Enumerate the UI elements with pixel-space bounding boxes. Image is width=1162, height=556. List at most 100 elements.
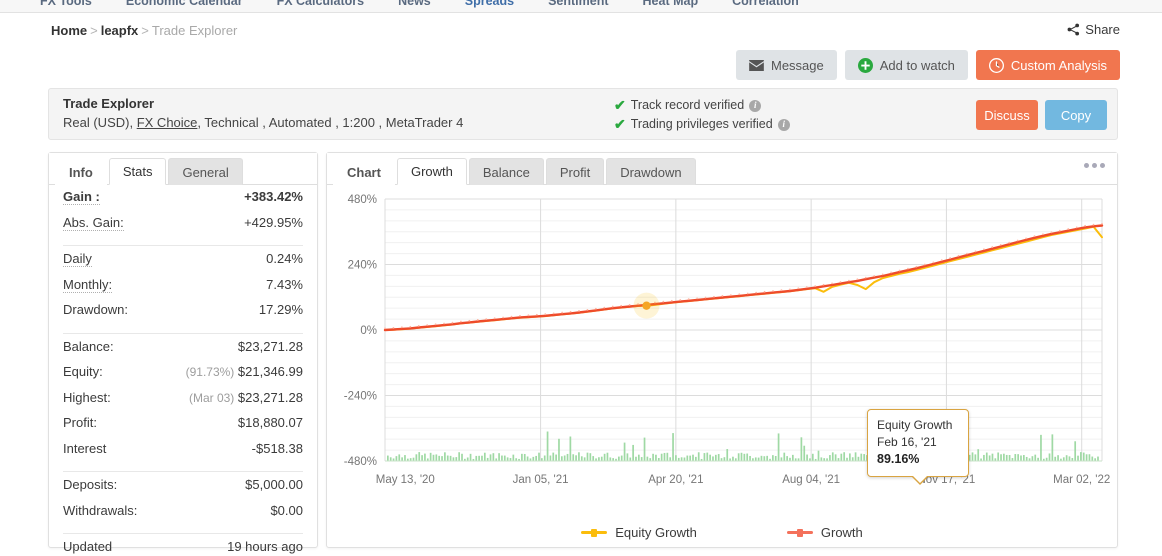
- stat-row-equity: Equity: (91.73%) $21,346.99: [63, 364, 303, 390]
- nav-item-heat-map[interactable]: Heat Map: [643, 0, 699, 8]
- stat-label-interest: Interest: [63, 440, 107, 456]
- envelope-icon: [749, 59, 764, 71]
- growth-chart-svg[interactable]: 480% 240% 0% -240% -480% May 13, '20 Jan 05, '…: [327, 185, 1117, 547]
- breadcrumb-separator-1: >: [90, 23, 98, 38]
- legend-item-equity-growth[interactable]: Equity Growth: [581, 525, 697, 540]
- stat-value-highest: (Mar 03) $23,271.28: [189, 390, 303, 405]
- nav-item-news[interactable]: News: [398, 0, 431, 8]
- stat-label-withdrawals: Withdrawals:: [63, 502, 138, 518]
- stat-value-profit: $18,880.07: [237, 415, 303, 430]
- svg-text:-240%: -240%: [344, 391, 377, 403]
- stat-row-daily: Daily 0.24%: [63, 251, 303, 277]
- breadcrumb: Home > leapfx > Trade Explorer: [51, 23, 237, 38]
- share-icon: [1067, 23, 1080, 36]
- stat-row-withdrawals: Withdrawals: $0.00: [63, 503, 303, 529]
- stat-row-abs-gain: Abs. Gain: +429.95%: [63, 215, 303, 241]
- svg-text:Jan 05, '21: Jan 05, '21: [513, 474, 569, 486]
- tab-balance[interactable]: Balance: [468, 158, 544, 185]
- message-label: Message: [771, 57, 824, 73]
- stat-label-updated: Updated: [63, 539, 113, 554]
- nav-item-fx-calculators[interactable]: FX Calculators: [277, 0, 365, 8]
- stat-value-highest-amount: $23,271.28: [237, 389, 303, 405]
- stat-row-deposits: Deposits: $5,000.00: [63, 477, 303, 503]
- stat-row-gain: Gain : +383.42%: [63, 189, 303, 215]
- account-summary-strip: Trade Explorer Real (USD), FX Choice, Te…: [48, 88, 1118, 140]
- stat-label-monthly[interactable]: Monthly:: [63, 277, 113, 293]
- account-subtitle: Real (USD), FX Choice, Technical , Autom…: [63, 115, 463, 130]
- breadcrumb-current: Trade Explorer: [151, 23, 238, 38]
- stat-label-abs-gain[interactable]: Abs. Gain:: [63, 215, 124, 231]
- verification-track-record: ✔ Track record verified i: [614, 96, 790, 115]
- info-icon-trading-privileges[interactable]: i: [777, 118, 790, 131]
- nav-item-spreads[interactable]: Spreads: [465, 0, 514, 8]
- svg-text:May 13, '20: May 13, '20: [376, 474, 435, 486]
- strip-buttons: Discuss Copy: [976, 100, 1107, 130]
- chart-legend: Equity Growth Growth: [327, 525, 1117, 540]
- svg-text:0%: 0%: [360, 325, 377, 337]
- stat-row-balance: Balance: $23,271.28: [63, 339, 303, 365]
- add-to-watch-button[interactable]: Add to watch: [844, 50, 968, 80]
- message-button[interactable]: Message: [736, 50, 837, 80]
- stat-label-daily[interactable]: Daily: [63, 251, 92, 267]
- custom-analysis-button[interactable]: Custom Analysis: [975, 50, 1120, 80]
- add-to-watch-label: Add to watch: [879, 57, 955, 73]
- stat-value-equity-amount: $21,346.99: [237, 364, 303, 379]
- stat-value-equity-percent: (91.73%): [185, 365, 235, 379]
- divider: [63, 332, 303, 334]
- chart-panel-tabs: Chart Growth Balance Profit Drawdown: [327, 153, 1117, 185]
- divider: [63, 471, 303, 472]
- tab-stats[interactable]: Stats: [108, 158, 167, 185]
- tab-info[interactable]: Info: [55, 158, 107, 185]
- stat-value-interest: -$518.38: [251, 440, 303, 456]
- action-buttons: Message Add to watch Custom Analysis: [736, 50, 1120, 80]
- legend-swatch-growth: [786, 528, 813, 537]
- stat-value-equity: (91.73%) $21,346.99: [186, 364, 303, 379]
- check-icon: ✔: [614, 116, 626, 132]
- nav-item-correlation[interactable]: Correlation: [732, 0, 799, 8]
- stat-label-balance: Balance:: [63, 338, 114, 354]
- stat-value-balance: $23,271.28: [237, 338, 303, 354]
- legend-label-equity-growth: Equity Growth: [615, 525, 697, 540]
- chart-panel-header: Chart Growth Balance Profit Drawdown: [327, 153, 1117, 185]
- broker-link[interactable]: FX Choice: [137, 115, 198, 130]
- discuss-button[interactable]: Discuss: [976, 100, 1038, 130]
- legend-item-growth[interactable]: Growth: [786, 525, 863, 540]
- nav-item-economic-calendar[interactable]: Economic Calendar: [126, 0, 243, 8]
- stat-row-monthly: Monthly: 7.43%: [63, 277, 303, 303]
- stat-value-deposits: $5,000.00: [245, 477, 303, 492]
- stat-row-updated: Updated 19 hours ago: [63, 539, 303, 556]
- tooltip-value: 89.16%: [877, 452, 920, 466]
- divider: [63, 533, 303, 534]
- share-button[interactable]: Share: [1067, 22, 1120, 37]
- kebab-menu-icon[interactable]: [1084, 163, 1105, 168]
- breadcrumb-home[interactable]: Home: [51, 23, 87, 38]
- tab-chart[interactable]: Chart: [333, 158, 395, 185]
- verification-trading-privileges-label: Trading privileges verified: [630, 117, 773, 131]
- tab-general[interactable]: General: [168, 158, 243, 185]
- breadcrumb-account[interactable]: leapfx: [101, 23, 139, 38]
- plus-circle-icon: [857, 57, 873, 73]
- growth-chart: 480% 240% 0% -240% -480% May 13, '20 Jan 05, '…: [327, 185, 1117, 547]
- info-icon-track-record[interactable]: i: [749, 99, 762, 112]
- clock-icon: [988, 57, 1004, 73]
- account-meta: , Technical , Automated , 1:200 , MetaTr…: [197, 115, 464, 130]
- stat-label-gain[interactable]: Gain :: [63, 189, 100, 205]
- svg-text:480%: 480%: [348, 194, 377, 206]
- svg-text:Aug 04, '21: Aug 04, '21: [782, 474, 840, 486]
- check-icon: ✔: [614, 97, 626, 113]
- stat-value-updated: 19 hours ago: [227, 539, 303, 554]
- nav-item-fx-tools[interactable]: FX Tools: [40, 0, 92, 8]
- nav-item-sentiment[interactable]: Sentiment: [548, 0, 608, 8]
- top-navigation-bar: FX Tools Economic Calendar FX Calculator…: [0, 0, 1162, 13]
- stat-value-drawdown: 17.29%: [258, 302, 303, 317]
- copy-button[interactable]: Copy: [1045, 100, 1107, 130]
- stat-label-deposits: Deposits:: [63, 477, 118, 492]
- tab-drawdown[interactable]: Drawdown: [606, 158, 696, 185]
- tab-profit[interactable]: Profit: [545, 158, 605, 185]
- stat-value-abs-gain: +429.95%: [244, 214, 303, 230]
- stat-label-profit: Profit:: [63, 415, 97, 430]
- stat-value-gain: +383.42%: [244, 189, 303, 204]
- tab-growth[interactable]: Growth: [396, 158, 467, 185]
- legend-label-growth: Growth: [820, 525, 863, 540]
- stat-row-drawdown: Drawdown: 17.29%: [63, 302, 303, 328]
